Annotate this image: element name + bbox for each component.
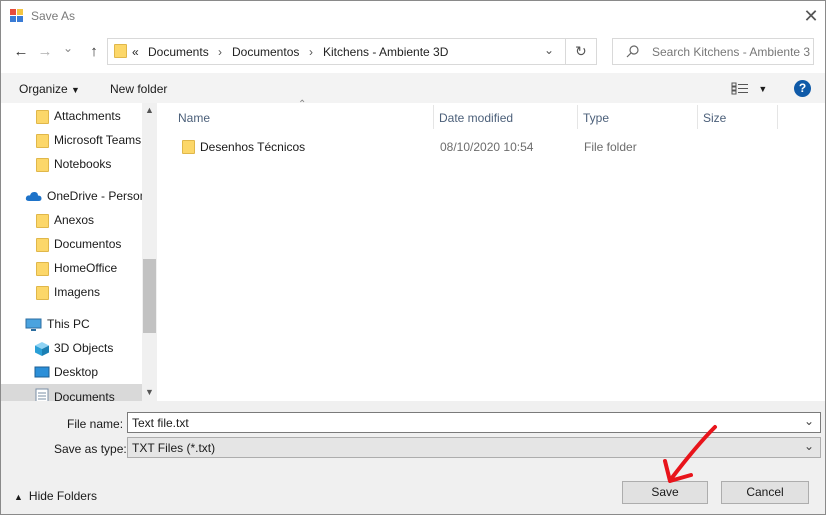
new-folder-button[interactable]: New folder	[110, 82, 167, 96]
tree-item-documentos[interactable]: Documentos	[1, 232, 142, 256]
folder-icon	[182, 140, 195, 154]
refresh-button[interactable]: ↻	[575, 43, 587, 60]
folder-icon	[36, 286, 49, 300]
file-row[interactable]: Desenhos Técnicos 08/10/2020 10:54 File …	[161, 135, 781, 159]
column-divider[interactable]	[433, 105, 434, 129]
view-options-button[interactable]: ▼	[731, 81, 767, 95]
file-name-value: Text file.txt	[132, 416, 189, 430]
tree-item-onedrive[interactable]: OneDrive - Personal	[1, 184, 142, 208]
tree-item-label: OneDrive - Personal	[47, 189, 142, 203]
tree-item-notebooks[interactable]: Notebooks	[1, 152, 142, 176]
navigation-pane: Attachments Microsoft Teams Notebooks On…	[1, 103, 158, 406]
cloud-icon	[25, 191, 42, 201]
window-title: Save As	[31, 9, 76, 23]
tree-item-desktop[interactable]: Desktop	[1, 360, 142, 384]
back-button[interactable]: ←	[10, 41, 32, 63]
tree-item-label: Desktop	[54, 365, 99, 379]
tree-item-label: Attachments	[54, 109, 121, 123]
breadcrumb-kitchens[interactable]: Kitchens - Ambiente 3D	[323, 45, 448, 59]
breadcrumb-separator: ›	[218, 45, 222, 59]
tree-item-label: This PC	[47, 317, 90, 331]
tree-item-homeoffice[interactable]: HomeOffice	[1, 256, 142, 280]
breadcrumb-documentos[interactable]: Documentos	[232, 45, 299, 59]
scroll-down-arrow[interactable]: ▼	[145, 387, 154, 397]
breadcrumb-overflow[interactable]: «	[132, 45, 139, 59]
chevron-down-icon[interactable]: ⌄	[804, 414, 814, 428]
tree-item-imagens[interactable]: Imagens	[1, 280, 142, 304]
file-name-label: File name:	[67, 417, 124, 431]
scrollbar-thumb[interactable]	[143, 259, 156, 333]
column-divider[interactable]	[697, 105, 698, 129]
app-icon	[10, 9, 23, 22]
folder-icon	[36, 158, 49, 172]
desktop-icon	[34, 366, 50, 378]
address-bar[interactable]: « Documents › Documentos › Kitchens - Am…	[107, 38, 597, 65]
file-date-modified: 08/10/2020 10:54	[440, 140, 534, 154]
chevron-down-icon: ▼	[758, 84, 768, 94]
tree-item-3d-objects[interactable]: 3D Objects	[1, 336, 142, 360]
divider	[565, 39, 566, 64]
hide-folders-button[interactable]: ▲ Hide Folders	[14, 489, 97, 503]
cube-icon	[35, 342, 49, 356]
tree-item-label: Notebooks	[54, 157, 112, 171]
search-icon	[626, 45, 639, 58]
save-as-dialog: Save As ✕ ← → ⌄ ↑ « Documents › Document…	[0, 0, 826, 515]
folder-icon	[114, 44, 127, 58]
recent-locations-dropdown[interactable]: ⌄	[61, 37, 75, 59]
computer-icon	[25, 318, 42, 331]
file-type: File folder	[584, 140, 637, 154]
save-as-type-value: TXT Files (*.txt)	[132, 441, 216, 455]
sort-ascending-icon: ⌃	[298, 99, 307, 110]
help-button[interactable]: ?	[794, 80, 811, 97]
tree-item-microsoft-teams[interactable]: Microsoft Teams	[1, 128, 142, 152]
scroll-up-arrow[interactable]: ▲	[145, 105, 154, 115]
tree-item-label: Anexos	[54, 213, 95, 227]
folder-icon	[36, 134, 49, 148]
tree-item-label: Microsoft Teams	[54, 133, 142, 147]
save-as-type-label: Save as type:	[54, 442, 127, 456]
tree-item-this-pc[interactable]: This PC	[1, 312, 142, 336]
column-divider[interactable]	[577, 105, 578, 129]
forward-button[interactable]: →	[34, 41, 56, 63]
chevron-down-icon[interactable]: ⌄	[804, 439, 814, 453]
close-button[interactable]: ✕	[799, 5, 823, 27]
tree-item-attachments[interactable]: Attachments	[1, 104, 142, 128]
organize-menu[interactable]: Organize ▼	[19, 82, 80, 96]
tree-item-label: Imagens	[54, 285, 101, 299]
tree-item-label: Documentos	[54, 237, 122, 251]
file-name: Desenhos Técnicos	[200, 140, 306, 154]
organize-label: Organize	[19, 82, 68, 96]
search-placeholder: Search Kitchens - Ambiente 3D	[652, 45, 810, 59]
details-view-icon	[731, 82, 748, 95]
column-divider[interactable]	[777, 105, 778, 129]
title-bar: Save As ✕	[1, 1, 825, 33]
address-dropdown-button[interactable]: ⌄	[544, 43, 554, 57]
tree-item-label: HomeOffice	[54, 261, 118, 275]
hide-folders-label: Hide Folders	[28, 489, 97, 503]
folder-icon	[36, 262, 49, 276]
tree-item-anexos[interactable]: Anexos	[1, 208, 142, 232]
search-box[interactable]: Search Kitchens - Ambiente 3D	[612, 38, 814, 65]
breadcrumb-separator: ›	[309, 45, 313, 59]
folder-icon	[36, 110, 49, 124]
chevron-up-icon: ▲	[14, 492, 23, 502]
folder-icon	[36, 214, 49, 228]
up-button[interactable]: ↑	[83, 41, 105, 63]
annotation-arrow-icon	[663, 425, 717, 483]
breadcrumb-documents[interactable]: Documents	[148, 45, 209, 59]
command-toolbar: Organize ▼ New folder ▼ ?	[1, 73, 825, 103]
folder-icon	[36, 238, 49, 252]
cancel-button[interactable]: Cancel	[721, 481, 809, 504]
chevron-down-icon: ▼	[71, 85, 80, 95]
tree-item-label: 3D Objects	[54, 341, 114, 355]
navigation-scrollbar[interactable]: ▲ ▼	[142, 103, 157, 401]
